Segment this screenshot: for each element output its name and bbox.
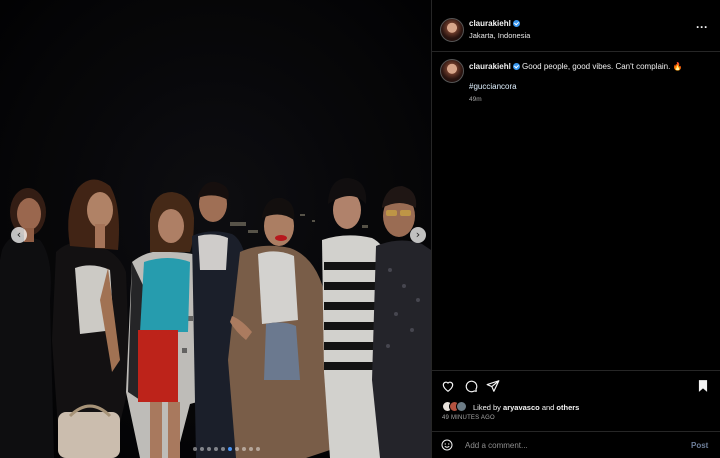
comment-input[interactable]: Add a comment...	[465, 441, 528, 450]
post-comment-button[interactable]: Post	[691, 441, 708, 450]
verified-badge-icon	[512, 20, 520, 27]
carousel-dot	[235, 447, 239, 451]
carousel-dot	[221, 447, 225, 451]
author-avatar[interactable]	[440, 18, 464, 42]
caption-username[interactable]: claurakiehl	[469, 62, 511, 71]
liked-by-user[interactable]: aryavasco	[503, 403, 540, 412]
more-options-icon[interactable]: ···	[696, 21, 708, 33]
comment-composer: Add a comment... Post	[432, 431, 720, 458]
group-photo	[0, 0, 431, 458]
carousel-dot	[200, 447, 204, 451]
caption-text: claurakiehl Good people, good vibes. Can…	[469, 61, 714, 72]
bookmark-icon[interactable]	[696, 379, 710, 393]
carousel-prev-button[interactable]: ‹	[11, 227, 27, 243]
post-timestamp[interactable]: 49 MINUTES AGO	[442, 415, 495, 421]
liked-by-prefix: Liked by	[473, 403, 504, 412]
carousel-next-button[interactable]: ›	[410, 227, 426, 243]
heart-icon[interactable]	[441, 379, 455, 393]
carousel-dot	[228, 447, 232, 451]
liked-by-others[interactable]: others	[556, 403, 579, 412]
caption-author-avatar[interactable]	[440, 59, 464, 83]
post-header: claurakiehl Jakarta, Indonesia ···	[432, 0, 720, 52]
carousel-indicator	[193, 447, 260, 451]
liked-by-and: and	[539, 403, 557, 412]
liker-avatar	[456, 401, 467, 412]
emoji-icon[interactable]	[441, 439, 453, 451]
caption-hashtag[interactable]: #gucciancora	[469, 82, 517, 91]
share-icon[interactable]	[486, 379, 500, 393]
author-username-line[interactable]: claurakiehl	[469, 19, 520, 28]
caption-time: 49m	[469, 96, 482, 103]
comment-icon[interactable]	[464, 379, 478, 393]
likes-row: Liked by aryavasco and others	[432, 401, 720, 413]
carousel-dot	[249, 447, 253, 451]
post-media[interactable]: ‹ ›	[0, 0, 431, 458]
carousel-dot	[193, 447, 197, 451]
verified-badge-icon	[512, 63, 520, 70]
author-username[interactable]: claurakiehl	[469, 19, 511, 28]
carousel-dot	[214, 447, 218, 451]
liked-by-text: Liked by aryavasco and others	[473, 403, 579, 412]
post-location[interactable]: Jakarta, Indonesia	[469, 31, 530, 40]
action-bar	[432, 370, 720, 400]
carousel-dot	[207, 447, 211, 451]
caption-body: Good people, good vibes. Can't complain.…	[522, 62, 683, 71]
post-details-panel: claurakiehl Jakarta, Indonesia ··· claur…	[431, 0, 720, 458]
carousel-dot	[242, 447, 246, 451]
liker-avatars[interactable]	[442, 401, 470, 412]
carousel-dot	[256, 447, 260, 451]
